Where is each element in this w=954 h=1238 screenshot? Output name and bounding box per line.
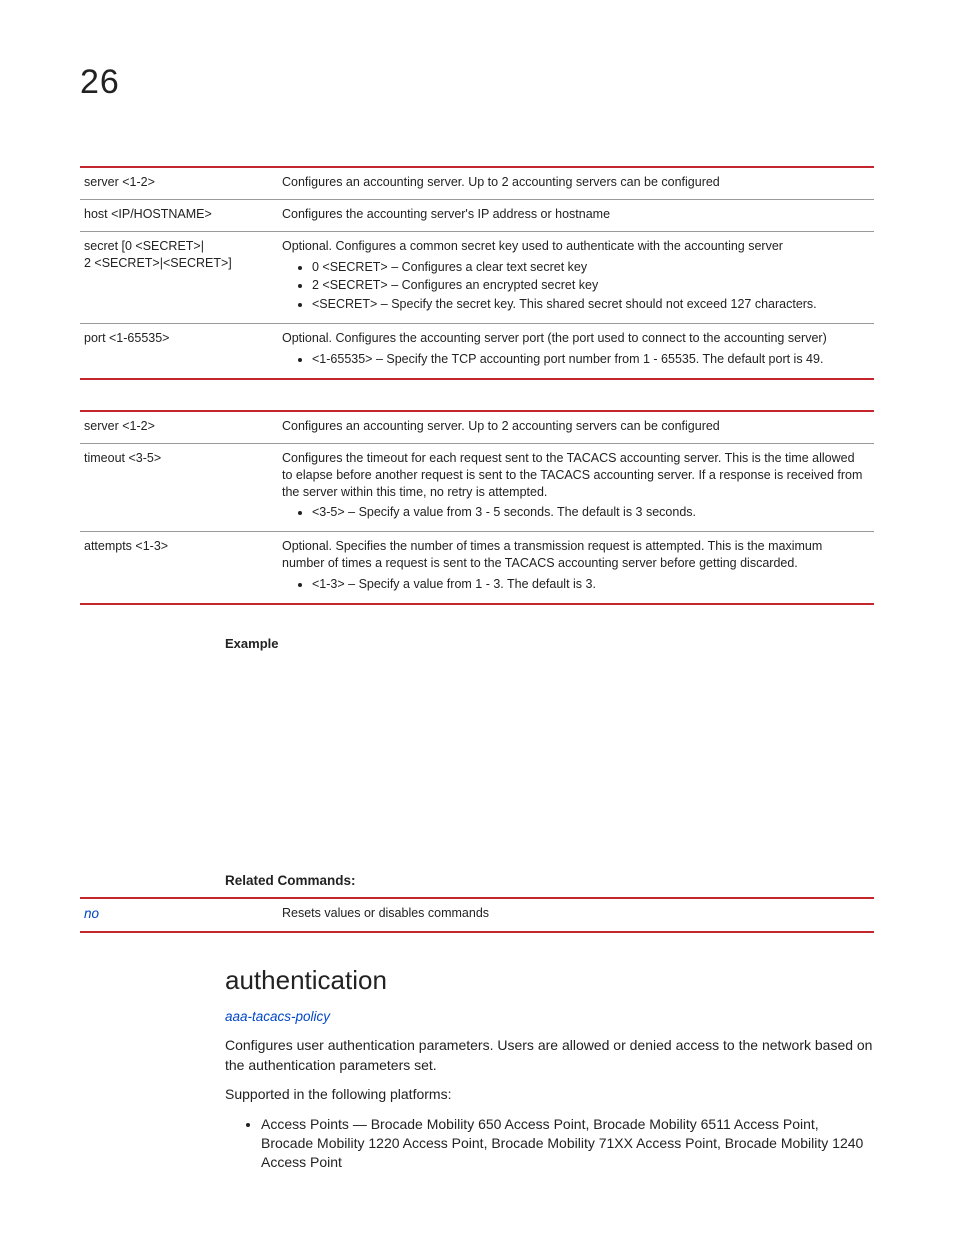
desc-text: Optional. Specifies the number of times … — [282, 539, 822, 570]
param-cell: attempts <1-3> — [80, 532, 282, 604]
bullet-list: <3-5> – Specify a value from 3 - 5 secon… — [288, 504, 866, 521]
breadcrumb-link[interactable]: aaa-tacacs-policy — [225, 1008, 874, 1026]
parameter-table-2: server <1-2> Configures an accounting se… — [80, 410, 874, 605]
bullet-list: <1-65535> – Specify the TCP accounting p… — [288, 351, 866, 368]
bullet-item: <1-3> – Specify a value from 1 - 3. The … — [312, 576, 866, 593]
desc-cell: Optional. Configures a common secret key… — [282, 231, 874, 324]
section-heading: authentication — [225, 963, 874, 998]
table-row: timeout <3-5> Configures the timeout for… — [80, 443, 874, 532]
table-row: server <1-2> Configures an accounting se… — [80, 411, 874, 443]
table-row: attempts <1-3> Optional. Specifies the n… — [80, 532, 874, 604]
param-cell: timeout <3-5> — [80, 443, 282, 532]
bullet-list: 0 <SECRET> – Configures a clear text sec… — [288, 259, 866, 314]
related-commands-label: Related Commands: — [225, 872, 874, 890]
desc-cell: Configures an accounting server. Up to 2… — [282, 411, 874, 443]
param-cell: no — [80, 898, 282, 932]
section-paragraph: Supported in the following platforms: — [225, 1085, 874, 1105]
related-commands-table: no Resets values or disables commands — [80, 897, 874, 933]
param-cell: secret [0 <SECRET>| 2 <SECRET>|<SECRET>] — [80, 231, 282, 324]
parameter-table-1: server <1-2> Configures an accounting se… — [80, 166, 874, 380]
param-cell: port <1-65535> — [80, 324, 282, 379]
desc-cell: Configures the accounting server's IP ad… — [282, 199, 874, 231]
bullet-item: <SECRET> – Specify the secret key. This … — [312, 296, 866, 313]
desc-text: Optional. Configures a common secret key… — [282, 239, 783, 253]
related-link[interactable]: no — [84, 906, 99, 921]
desc-text: Optional. Configures the accounting serv… — [282, 331, 827, 345]
param-cell: host <IP/HOSTNAME> — [80, 199, 282, 231]
bullet-list: <1-3> – Specify a value from 1 - 3. The … — [288, 576, 866, 593]
table-row: host <IP/HOSTNAME> Configures the accoun… — [80, 199, 874, 231]
desc-cell: Resets values or disables commands — [282, 898, 874, 932]
desc-cell: Optional. Specifies the number of times … — [282, 532, 874, 604]
example-label: Example — [225, 635, 874, 653]
desc-text: Configures the timeout for each request … — [282, 451, 862, 499]
param-cell: server <1-2> — [80, 411, 282, 443]
platform-item: Access Points — Brocade Mobility 650 Acc… — [261, 1115, 874, 1172]
desc-cell: Configures an accounting server. Up to 2… — [282, 167, 874, 199]
desc-cell: Configures the timeout for each request … — [282, 443, 874, 532]
table-row: server <1-2> Configures an accounting se… — [80, 167, 874, 199]
desc-cell: Optional. Configures the accounting serv… — [282, 324, 874, 379]
table-row: no Resets values or disables commands — [80, 898, 874, 932]
bullet-item: <3-5> – Specify a value from 3 - 5 secon… — [312, 504, 866, 521]
bullet-item: 0 <SECRET> – Configures a clear text sec… — [312, 259, 866, 276]
bullet-item: 2 <SECRET> – Configures an encrypted sec… — [312, 277, 866, 294]
table-row: secret [0 <SECRET>| 2 <SECRET>|<SECRET>]… — [80, 231, 874, 324]
chapter-number: 26 — [80, 60, 874, 106]
section-paragraph: Configures user authentication parameter… — [225, 1036, 874, 1075]
bullet-item: <1-65535> – Specify the TCP accounting p… — [312, 351, 866, 368]
platform-list: Access Points — Brocade Mobility 650 Acc… — [243, 1115, 874, 1172]
table-row: port <1-65535> Optional. Configures the … — [80, 324, 874, 379]
param-cell: server <1-2> — [80, 167, 282, 199]
